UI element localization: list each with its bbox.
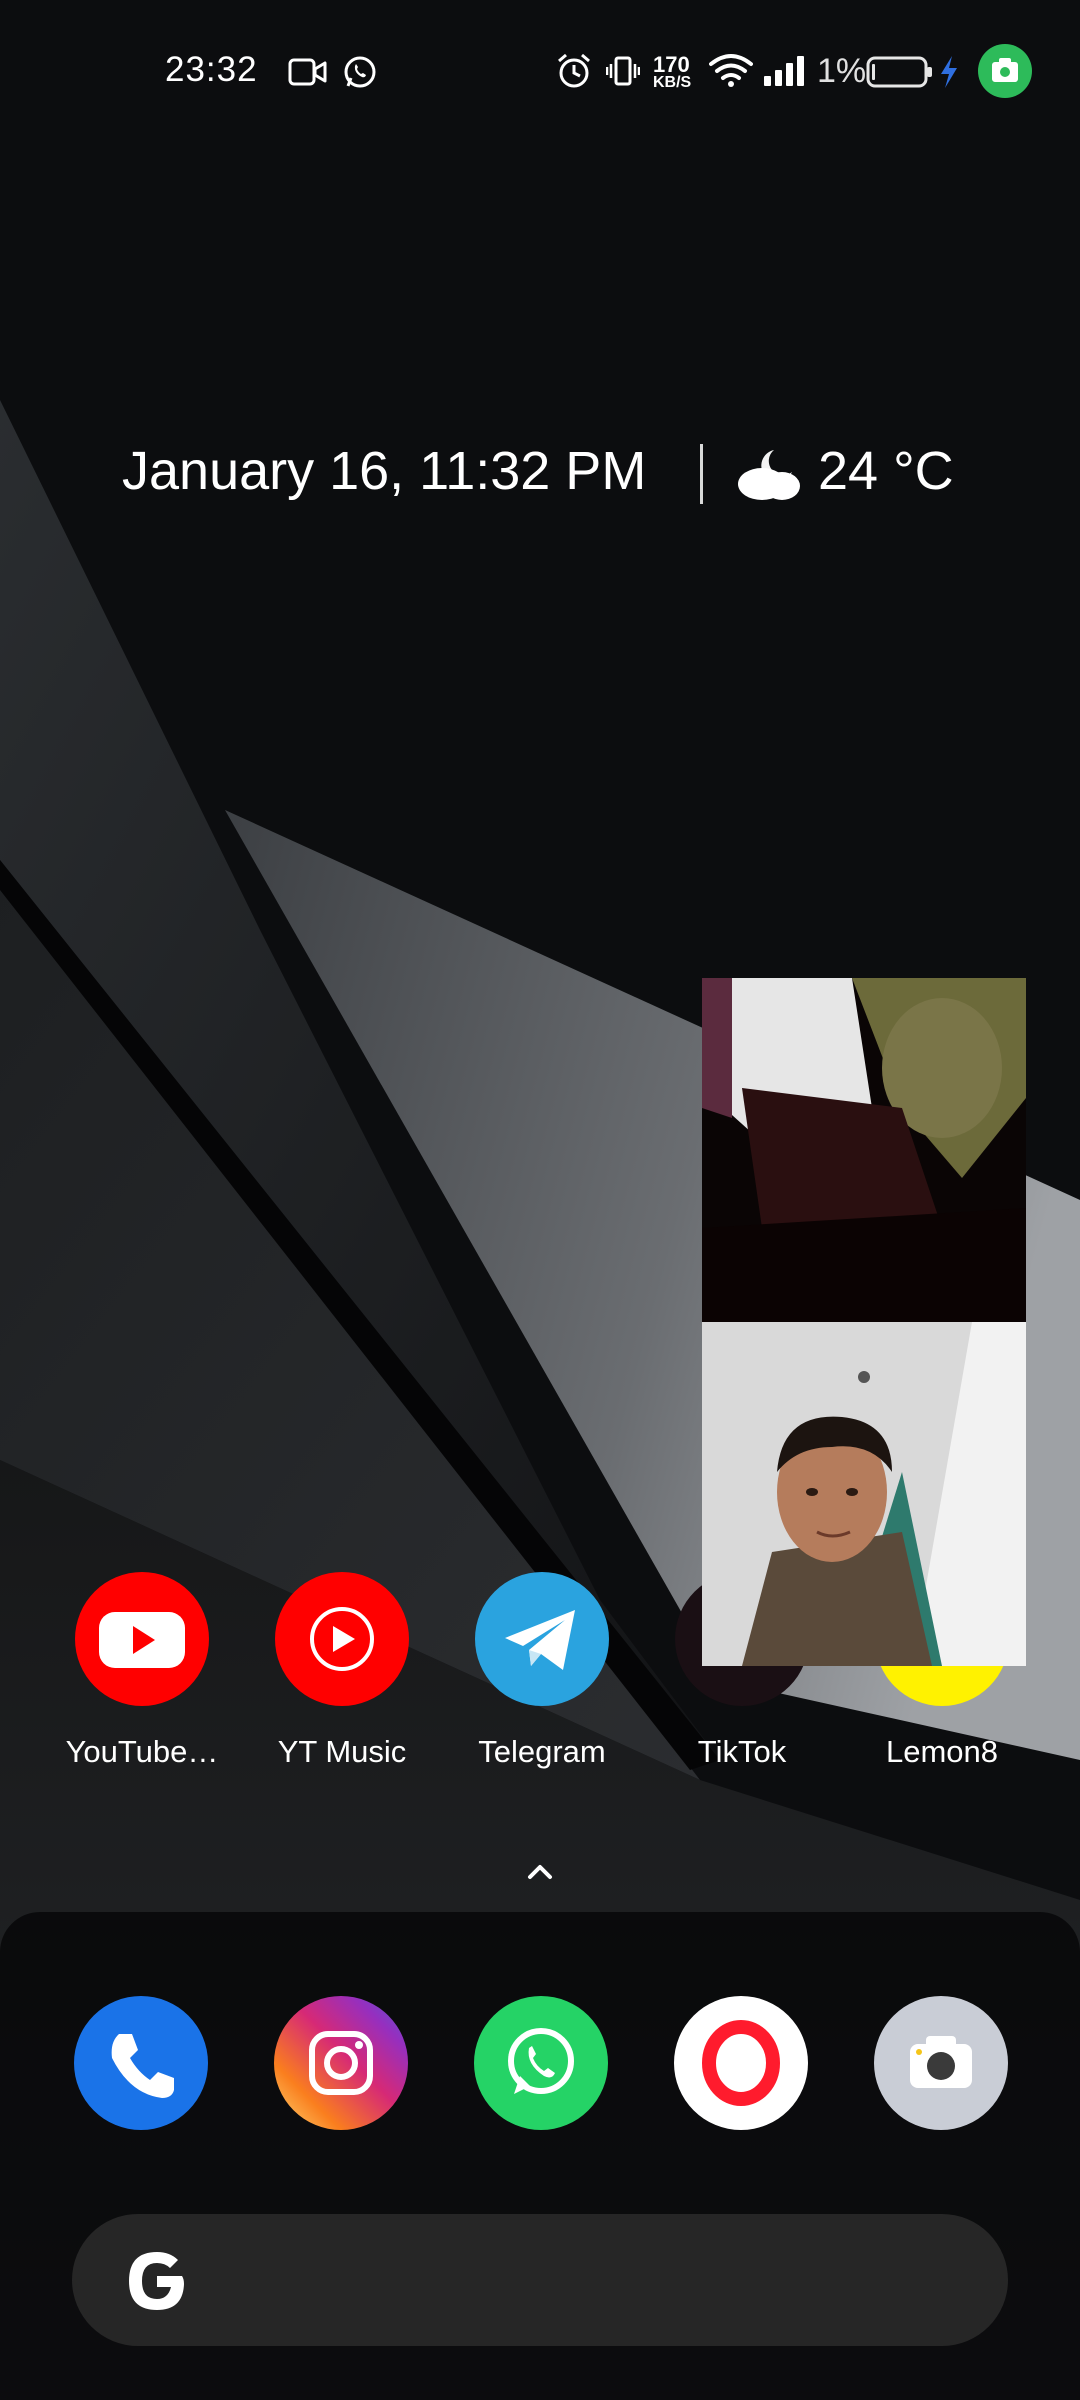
camera-icon[interactable] — [874, 1996, 1008, 2130]
google-g-icon — [129, 2252, 184, 2310]
alarm-icon — [558, 53, 590, 88]
yt-music-icon — [275, 1572, 409, 1706]
vibrate-icon — [606, 56, 640, 86]
app-label: YouTube… — [65, 1734, 219, 1769]
widget-date-time: January 16, 11:32 PM — [122, 441, 647, 501]
remote-video-feed — [702, 978, 1026, 1322]
app-label: Lemon8 — [885, 1734, 999, 1769]
instagram-icon[interactable] — [274, 1996, 408, 2130]
widget-divider — [700, 444, 703, 504]
self-video-feed — [702, 1322, 1026, 1666]
google-search-bar[interactable] — [72, 2214, 1008, 2346]
app-label: TikTok — [697, 1734, 787, 1769]
video-call-pip[interactable] — [702, 978, 1026, 1666]
app-telegram[interactable]: Telegram — [442, 1572, 642, 1770]
date-weather-widget[interactable]: January 16, 11:32 PM 24 °C — [0, 430, 1080, 520]
whatsapp-icon — [344, 56, 376, 88]
net-speed-unit: KB/S — [653, 74, 692, 91]
partly-cloudy-night-icon — [738, 450, 800, 500]
youtube-icon — [75, 1572, 209, 1706]
phone-icon[interactable] — [74, 1996, 208, 2130]
app-label: YT Music — [277, 1734, 407, 1769]
app-youtube[interactable]: YouTube… — [42, 1572, 242, 1770]
app-yt-music[interactable]: YT Music — [242, 1572, 442, 1770]
wifi-icon — [709, 54, 753, 87]
whatsapp-icon[interactable] — [474, 1996, 608, 2130]
battery-icon — [866, 56, 932, 88]
battery-percent: 1% — [817, 52, 867, 90]
app-label: Telegram — [478, 1734, 606, 1769]
charging-icon — [941, 56, 957, 88]
widget-temperature: 24 °C — [818, 441, 954, 501]
status-bar: 23:32 170 KB/S 1% — [0, 0, 1080, 140]
opera-icon[interactable] — [674, 1996, 808, 2130]
chevron-up-icon[interactable] — [525, 1862, 555, 1882]
telegram-icon — [475, 1572, 609, 1706]
status-time: 23:32 — [165, 50, 258, 89]
video-call-icon — [288, 58, 327, 86]
signal-icon — [764, 56, 804, 86]
screen-recorder-icon[interactable] — [978, 44, 1032, 98]
